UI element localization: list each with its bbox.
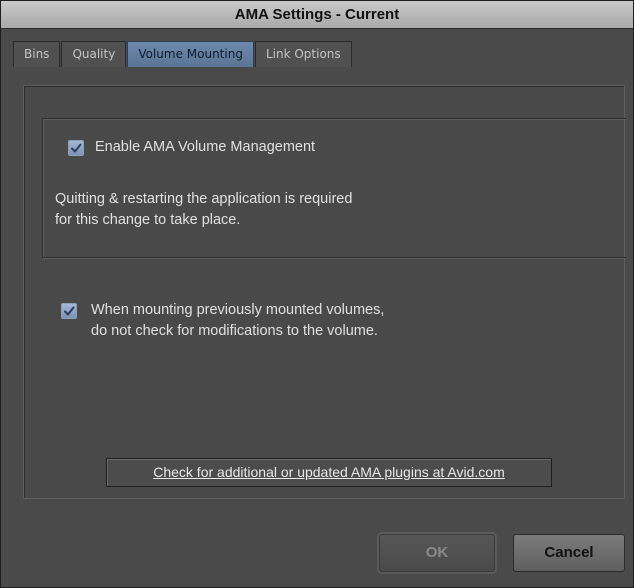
tab-bins[interactable]: Bins bbox=[13, 41, 61, 67]
checkmark-icon bbox=[64, 306, 75, 316]
cancel-button[interactable]: Cancel bbox=[513, 534, 625, 572]
restart-note-line2: for this change to take place. bbox=[55, 212, 241, 228]
restart-note-line1: Quitting & restarting the application is… bbox=[55, 191, 353, 207]
tab-volume-mounting[interactable]: Volume Mounting bbox=[127, 41, 254, 67]
tab-quality[interactable]: Quality bbox=[61, 41, 127, 67]
skip-modification-line2: do not check for modifications to the vo… bbox=[91, 323, 378, 339]
skip-modification-check-label[interactable]: When mounting previously mounted volumes… bbox=[91, 300, 384, 342]
ama-settings-dialog: AMA Settings - Current Bins Quality Volu… bbox=[0, 0, 634, 588]
checkmark-icon bbox=[71, 143, 82, 153]
enable-volume-management-checkbox[interactable] bbox=[68, 140, 84, 156]
ama-plugins-link-button[interactable]: Check for additional or updated AMA plug… bbox=[106, 458, 552, 487]
enable-volume-management-label[interactable]: Enable AMA Volume Management bbox=[95, 139, 315, 155]
skip-modification-line1: When mounting previously mounted volumes… bbox=[91, 302, 385, 318]
volume-mounting-panel: Enable AMA Volume Management Quitting & … bbox=[23, 85, 626, 499]
tab-link-options[interactable]: Link Options bbox=[254, 41, 352, 67]
ok-button[interactable]: OK bbox=[379, 534, 495, 572]
restart-note: Quitting & restarting the application is… bbox=[55, 189, 352, 231]
window-title[interactable]: AMA Settings - Current bbox=[1, 1, 633, 29]
skip-modification-check-checkbox[interactable] bbox=[61, 303, 77, 319]
tab-bar: Bins Quality Volume Mounting Link Option… bbox=[13, 41, 353, 68]
volume-management-group: Enable AMA Volume Management Quitting & … bbox=[42, 118, 626, 258]
